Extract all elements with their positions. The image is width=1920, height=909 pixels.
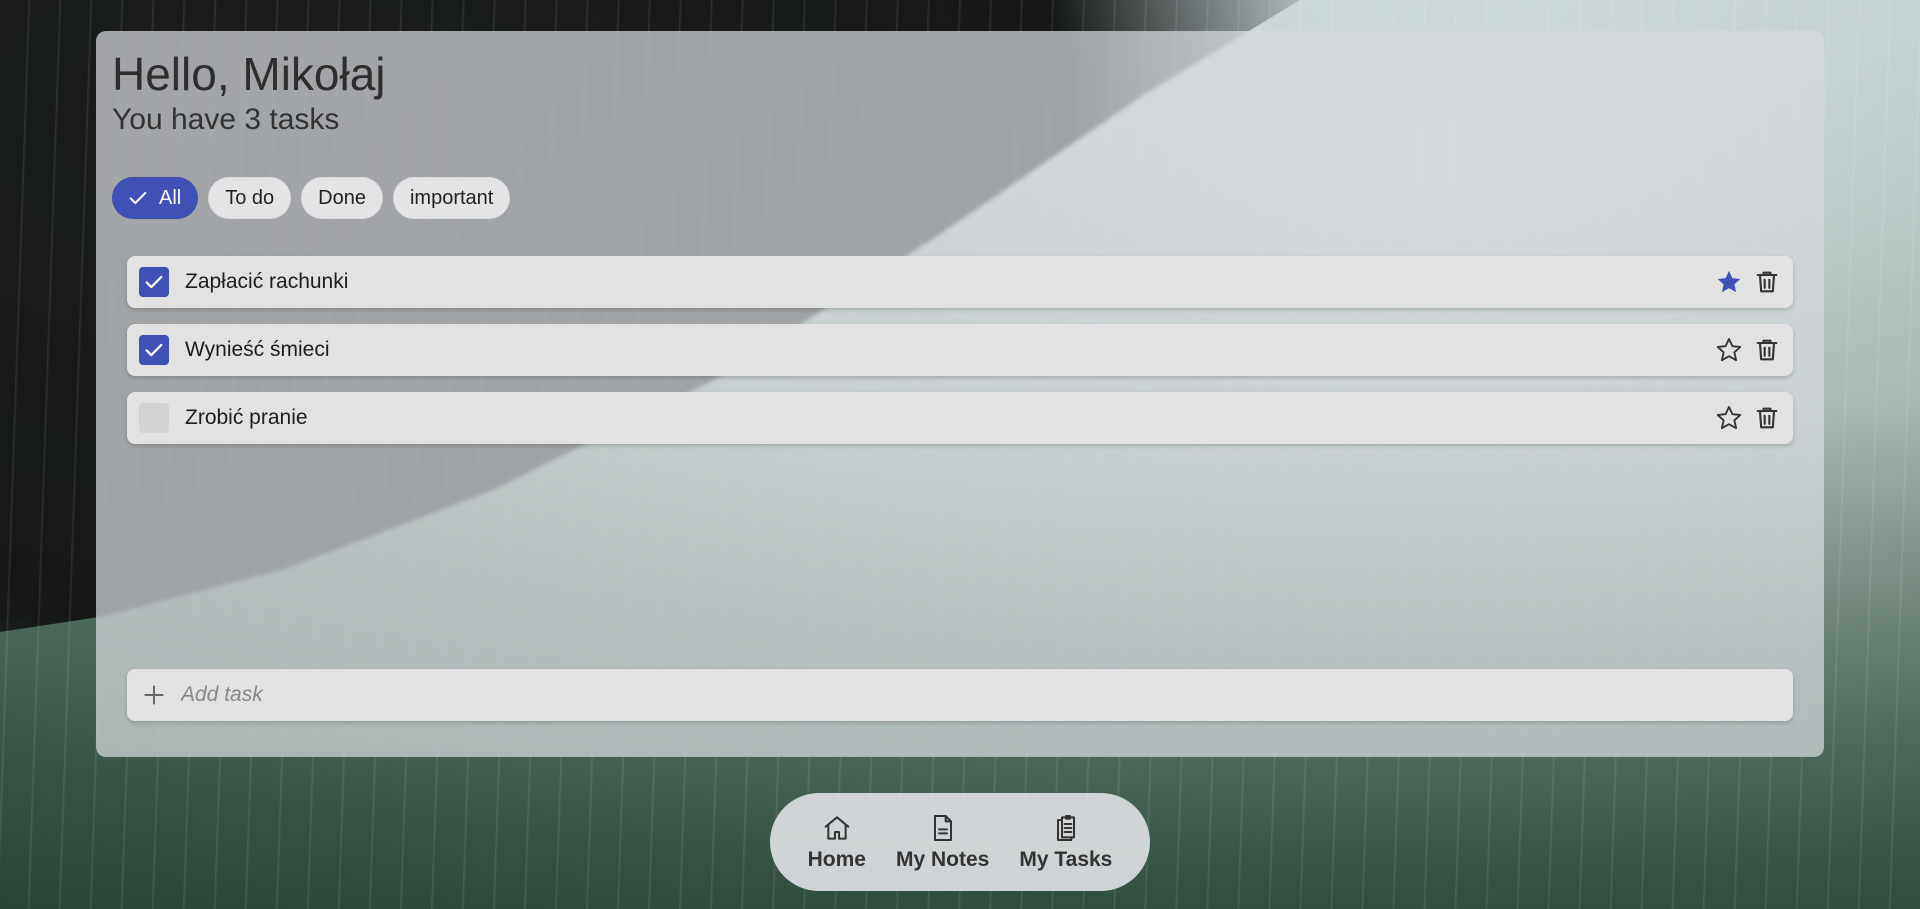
- task-row: Zrobić pranie: [127, 392, 1793, 444]
- task-list: Zapłacić rachunki Wynieść śmieci Zrobić …: [127, 256, 1793, 460]
- plus-icon[interactable]: [141, 682, 167, 708]
- star-outline-icon[interactable]: [1715, 404, 1743, 432]
- nav-item-tasks[interactable]: My Tasks: [1019, 812, 1112, 872]
- bottom-nav: Home My Notes My Tasks: [770, 793, 1150, 891]
- add-task-input[interactable]: [181, 683, 1681, 707]
- check-icon: [145, 275, 163, 289]
- clipboard-icon: [1056, 815, 1075, 841]
- nav-item-notes[interactable]: My Notes: [896, 812, 989, 872]
- star-outline-icon[interactable]: [1715, 336, 1743, 364]
- trash-icon[interactable]: [1753, 404, 1781, 432]
- star-filled-icon[interactable]: [1715, 268, 1743, 296]
- check-icon: [145, 343, 163, 357]
- nav-item-home[interactable]: Home: [808, 812, 866, 872]
- add-task-bar: [127, 669, 1793, 721]
- task-row: Zapłacić rachunki: [127, 256, 1793, 308]
- task-checkbox[interactable]: [139, 335, 169, 365]
- trash-icon[interactable]: [1753, 336, 1781, 364]
- nav-label: Home: [807, 848, 866, 871]
- task-label: Zrobić pranie: [185, 406, 308, 429]
- task-label: Zapłacić rachunki: [185, 270, 349, 293]
- task-checkbox[interactable]: [139, 403, 169, 433]
- home-icon: [824, 816, 850, 840]
- task-label: Wynieść śmieci: [185, 338, 330, 361]
- tasks-list-layer: Zapłacić rachunki Wynieść śmieci Zrobić …: [96, 31, 1824, 757]
- nav-label: My Tasks: [1019, 848, 1113, 871]
- nav-label: My Notes: [896, 848, 990, 871]
- task-row: Wynieść śmieci: [127, 324, 1793, 376]
- note-icon: [933, 815, 952, 841]
- trash-icon[interactable]: [1753, 268, 1781, 296]
- task-checkbox[interactable]: [139, 267, 169, 297]
